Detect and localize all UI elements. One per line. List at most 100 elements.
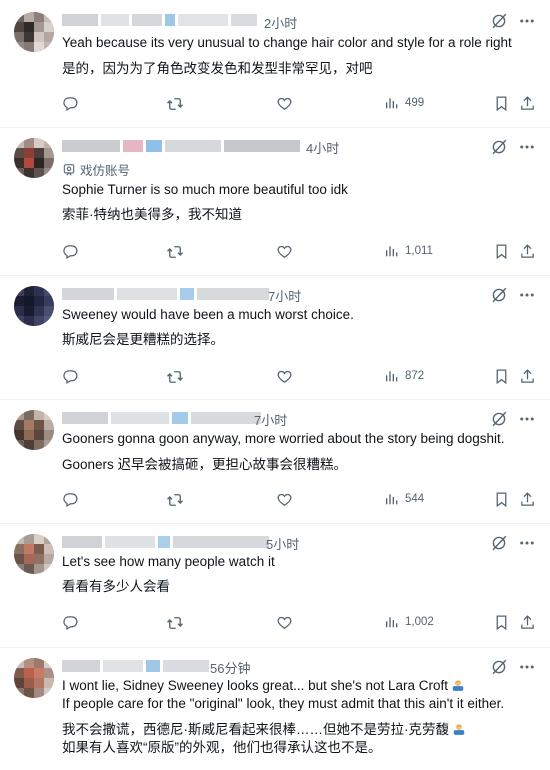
blurred-author-name[interactable] (62, 288, 269, 300)
like-button[interactable] (276, 243, 293, 260)
avatar[interactable] (14, 534, 54, 574)
post-text-zh-line-1: 我不会撒谎，西德尼·斯威尼看起来很棒……但她不是劳拉·克劳馥 (62, 720, 534, 740)
views-icon (384, 614, 400, 630)
views-button[interactable]: 872 (384, 368, 424, 384)
heart-icon (276, 491, 293, 508)
avatar[interactable] (14, 658, 54, 698)
share-icon (519, 368, 536, 385)
repost-button[interactable] (166, 243, 184, 261)
post-text-zh: 斯威尼会是更糟糕的选择。 (62, 332, 224, 347)
avatar[interactable] (14, 138, 54, 178)
heart-icon (276, 95, 293, 112)
share-button[interactable] (519, 95, 536, 112)
views-icon (384, 95, 400, 111)
views-icon (384, 368, 400, 384)
post-time[interactable]: 7小时 (254, 410, 287, 429)
views-count: 872 (405, 370, 425, 382)
reply-feed: 2小时 Yeah because its very unusual to cha… (0, 0, 550, 770)
post-time[interactable]: 2小时 (264, 13, 297, 32)
views-button[interactable]: 544 (384, 491, 424, 507)
bookmark-icon (493, 368, 510, 385)
post-text-zh: Gooners 迟早会被搞砸，更担心故事会很糟糕。 (62, 457, 348, 472)
reply-button[interactable] (62, 243, 79, 260)
like-button[interactable] (276, 368, 293, 385)
reply-icon (62, 243, 79, 260)
share-button[interactable] (519, 491, 536, 508)
reply-post[interactable]: 4小时 戏仿账号 Sophie Turner is so much more b… (0, 128, 550, 276)
views-button[interactable]: 1,002 (384, 614, 434, 630)
avatar[interactable] (14, 410, 54, 450)
bookmark-icon (493, 614, 510, 631)
reply-button[interactable] (62, 614, 79, 631)
person-emoji-icon (452, 722, 466, 736)
post-text-en: Gooners gonna goon anyway, more worried … (62, 431, 505, 446)
more-icon[interactable] (518, 658, 536, 676)
reply-post[interactable]: 56分钟 I wont lie, Sidney Sweeney looks gr… (0, 648, 550, 770)
heart-icon (276, 243, 293, 260)
grok-icon[interactable] (490, 410, 508, 428)
more-icon[interactable] (518, 534, 536, 552)
blurred-author-name[interactable] (62, 14, 257, 26)
share-button[interactable] (519, 368, 536, 385)
post-text-zh: 索菲·特纳也美得多，我不知道 (62, 207, 242, 222)
grok-icon[interactable] (490, 534, 508, 552)
like-button[interactable] (276, 491, 293, 508)
parody-account-label: 戏仿账号 (62, 160, 130, 179)
post-time[interactable]: 7小时 (268, 286, 301, 305)
bookmark-button[interactable] (493, 614, 510, 631)
reply-post[interactable]: 5小时 Let's see how many people watch it 看… (0, 524, 550, 648)
parody-account-text: 戏仿账号 (80, 164, 131, 178)
views-button[interactable]: 499 (384, 95, 424, 111)
post-time[interactable]: 4小时 (306, 138, 339, 157)
reply-icon (62, 614, 79, 631)
views-count: 544 (405, 493, 425, 505)
share-icon (519, 95, 536, 112)
grok-icon[interactable] (490, 12, 508, 30)
reply-button[interactable] (62, 368, 79, 385)
views-icon (384, 243, 400, 259)
bookmark-button[interactable] (493, 95, 510, 112)
repost-icon (166, 614, 184, 632)
repost-button[interactable] (166, 368, 184, 386)
reply-post[interactable]: 2小时 Yeah because its very unusual to cha… (0, 0, 550, 128)
heart-icon (276, 368, 293, 385)
reply-post[interactable]: 7小时 Gooners gonna goon anyway, more worr… (0, 400, 550, 524)
grok-icon[interactable] (490, 658, 508, 676)
blurred-author-name[interactable] (62, 660, 209, 672)
like-button[interactable] (276, 95, 293, 112)
blurred-author-name[interactable] (62, 140, 300, 152)
bookmark-icon (493, 95, 510, 112)
post-text-en-1: I wont lie, Sidney Sweeney looks great..… (62, 678, 449, 693)
reply-button[interactable] (62, 95, 79, 112)
bookmark-button[interactable] (493, 368, 510, 385)
avatar[interactable] (14, 12, 54, 52)
blurred-author-name[interactable] (62, 536, 269, 548)
share-button[interactable] (519, 614, 536, 631)
more-icon[interactable] (518, 286, 536, 304)
more-icon[interactable] (518, 138, 536, 156)
post-time[interactable]: 56分钟 (210, 658, 250, 677)
repost-button[interactable] (166, 614, 184, 632)
reply-icon (62, 491, 79, 508)
share-button[interactable] (519, 243, 536, 260)
post-text-en-line-2: If people care for the "original" look, … (62, 696, 505, 711)
share-icon (519, 614, 536, 631)
blurred-author-name[interactable] (62, 412, 261, 424)
reply-button[interactable] (62, 491, 79, 508)
grok-icon[interactable] (490, 286, 508, 304)
repost-button[interactable] (166, 491, 184, 509)
post-time[interactable]: 5小时 (266, 534, 299, 553)
views-count: 1,011 (405, 245, 433, 257)
avatar[interactable] (14, 286, 54, 326)
bookmark-button[interactable] (493, 243, 510, 260)
more-icon[interactable] (518, 12, 536, 30)
grok-icon[interactable] (490, 138, 508, 156)
reply-post[interactable]: 7小时 Sweeney would have been a much worst… (0, 276, 550, 400)
bookmark-button[interactable] (493, 491, 510, 508)
repost-button[interactable] (166, 95, 184, 113)
post-text-en: Sophie Turner is so much more beautiful … (62, 182, 348, 197)
post-text-en: Yeah because its very unusual to change … (62, 35, 512, 50)
like-button[interactable] (276, 614, 293, 631)
more-icon[interactable] (518, 410, 536, 428)
views-button[interactable]: 1,011 (384, 243, 433, 259)
